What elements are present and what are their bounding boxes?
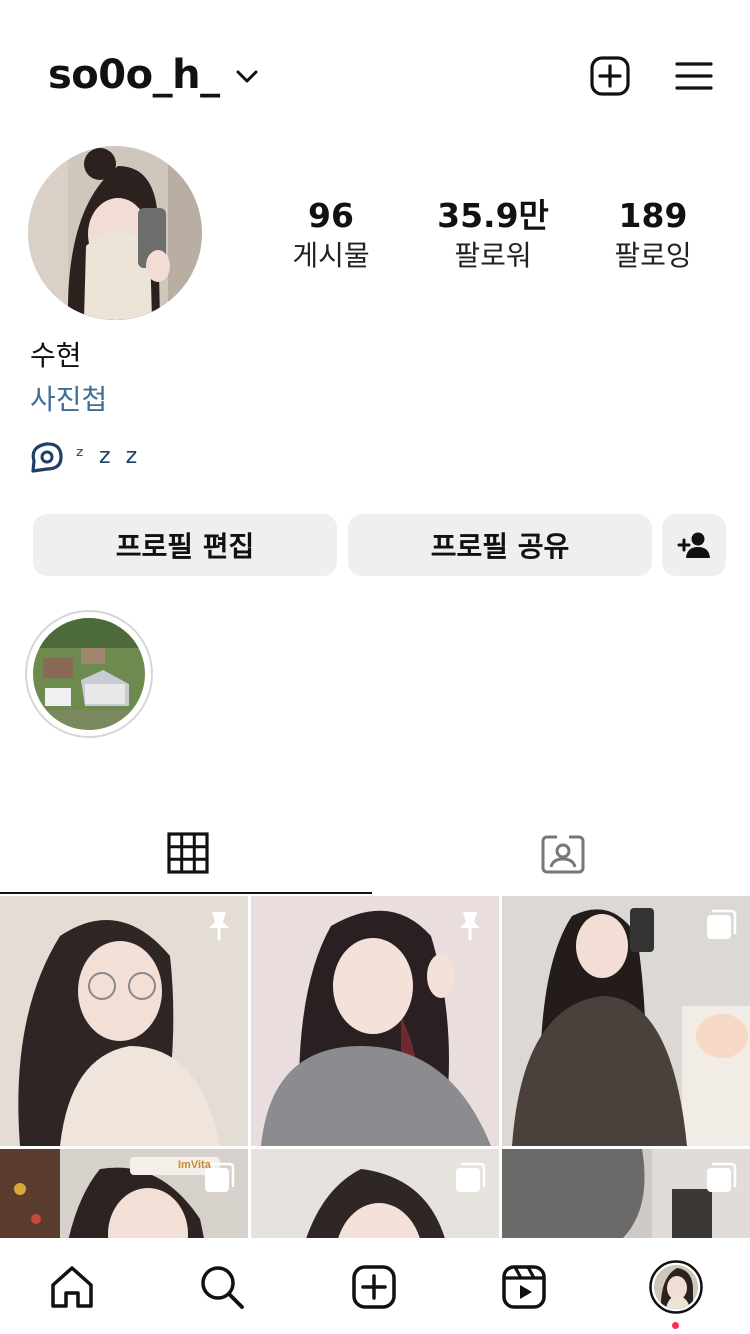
profile-photo [28, 146, 202, 320]
post-thumbnail[interactable] [502, 896, 750, 1146]
threads-icon [31, 442, 63, 473]
tagged-icon [541, 834, 584, 874]
pin-icon [460, 912, 480, 941]
profile-avatar [649, 1260, 703, 1314]
tab-posts-grid[interactable] [0, 812, 375, 894]
home-icon [51, 1266, 93, 1308]
nav-search[interactable] [197, 1262, 247, 1312]
following-label: 팔로잉 [614, 239, 692, 272]
discover-people-button[interactable] [662, 514, 726, 576]
edit-profile-button[interactable]: 프로필 편집 [33, 514, 337, 576]
post-thumbnail[interactable] [251, 896, 499, 1146]
search-icon [201, 1266, 244, 1309]
following-value: 189 [618, 196, 688, 235]
bottom-navigation [0, 1238, 750, 1334]
posts-grid: ImVita [0, 896, 750, 1238]
profile-avatar[interactable] [28, 146, 202, 320]
nav-home[interactable] [47, 1262, 97, 1312]
menu-icon[interactable] [672, 54, 716, 98]
display-name: 수현 [30, 339, 82, 372]
active-tab-indicator [0, 892, 372, 894]
multi-post-icon [205, 1162, 235, 1192]
nav-create[interactable] [349, 1262, 399, 1312]
posts-value: 96 [308, 196, 354, 235]
create-icon [352, 1265, 396, 1309]
reels-icon [502, 1265, 546, 1309]
post-thumbnail[interactable]: ImVita [0, 1149, 248, 1238]
profile-category: 사진첩 [30, 383, 108, 416]
highlight-cover [33, 618, 145, 730]
multi-post-icon [707, 1162, 737, 1192]
threads-badge[interactable]: ᶻ z 𝗓 [28, 436, 141, 476]
notification-dot [672, 1322, 679, 1329]
chevron-down-icon[interactable] [232, 62, 262, 92]
new-post-icon[interactable] [588, 54, 632, 98]
multi-post-icon [707, 909, 737, 939]
grid-icon [166, 832, 209, 874]
following-count[interactable]: 189 팔로잉 [578, 196, 728, 276]
post-thumbnail[interactable] [251, 1149, 499, 1238]
followers-count[interactable]: 35.9만 팔로워 [418, 196, 568, 276]
nav-profile[interactable] [649, 1260, 703, 1314]
multi-post-icon [456, 1162, 486, 1192]
profile-tabs [0, 812, 750, 894]
add-person-icon [677, 532, 710, 558]
story-highlight[interactable] [25, 610, 153, 738]
posts-label: 게시물 [292, 239, 370, 272]
pin-icon [209, 912, 229, 941]
post-thumbnail[interactable] [502, 1149, 750, 1238]
tab-tagged[interactable] [375, 812, 750, 894]
threads-text: ᶻ z 𝗓 [76, 443, 142, 469]
account-username[interactable]: so0o_h_ [48, 52, 220, 98]
post-thumbnail[interactable] [0, 896, 248, 1146]
followers-value: 35.9만 [437, 196, 549, 235]
top-bar: so0o_h_ [0, 0, 750, 150]
nav-reels[interactable] [499, 1262, 549, 1312]
share-profile-button[interactable]: 프로필 공유 [348, 514, 652, 576]
posts-count[interactable]: 96 게시물 [256, 196, 406, 276]
followers-label: 팔로워 [454, 239, 532, 272]
